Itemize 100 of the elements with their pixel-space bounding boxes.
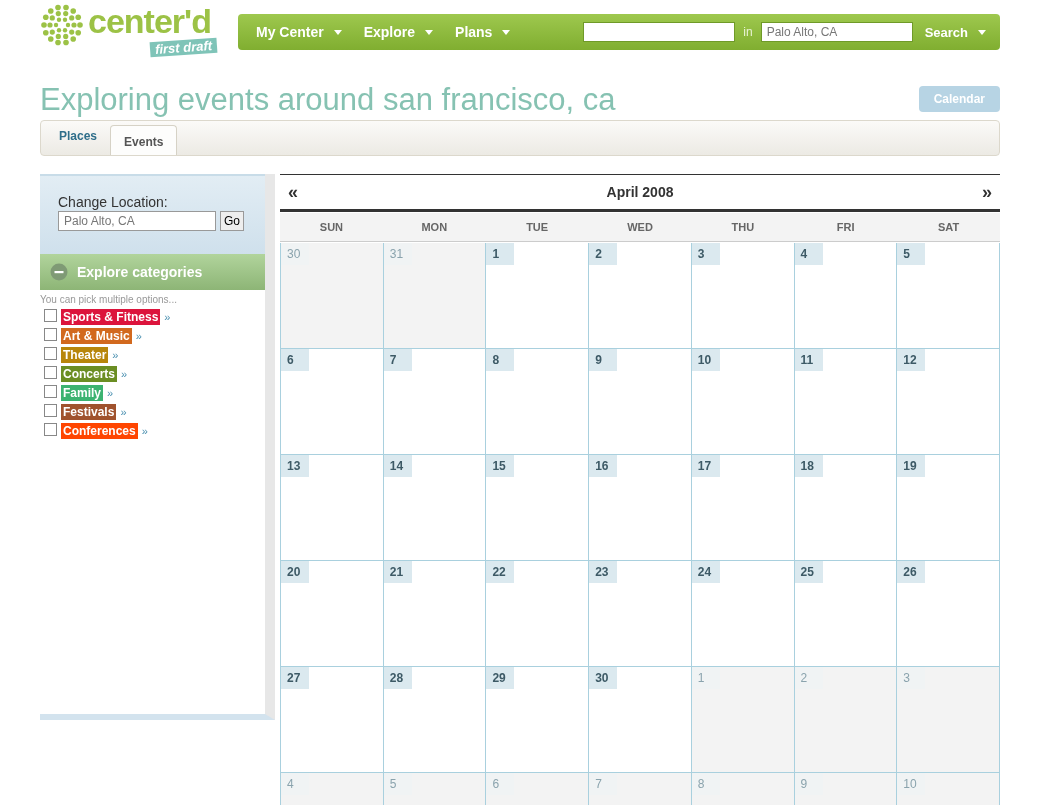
day-number: 21 — [383, 561, 412, 583]
day-cell[interactable]: 13 — [281, 455, 384, 561]
day-cell[interactable]: 27 — [281, 667, 384, 773]
go-button[interactable]: Go — [220, 211, 244, 231]
day-number: 4 — [794, 243, 823, 265]
logo-dots-icon — [40, 3, 84, 47]
caret-icon — [978, 29, 986, 35]
tab[interactable]: Events — [110, 125, 178, 155]
day-cell[interactable]: 23 — [589, 561, 692, 667]
day-number: 1 — [486, 243, 515, 265]
more-link[interactable]: » — [112, 349, 119, 361]
day-cell[interactable]: 11 — [794, 349, 898, 455]
caret-icon — [425, 29, 434, 35]
day-cell[interactable]: 25 — [794, 561, 898, 667]
day-cell[interactable]: 26 — [897, 561, 1000, 667]
logo-tag: first draft — [149, 37, 218, 58]
day-cell[interactable]: 17 — [691, 455, 795, 561]
day-cell[interactable]: 30 — [589, 667, 692, 773]
day-number: 29 — [486, 667, 515, 689]
day-cell[interactable]: 4 — [794, 243, 898, 349]
day-cell[interactable]: 2 — [589, 243, 692, 349]
location-field[interactable]: Palo Alto, CA — [760, 22, 913, 42]
day-number: 17 — [691, 455, 720, 477]
day-number: 30 — [589, 667, 618, 689]
day-cell[interactable]: 15 — [486, 455, 590, 561]
day-cell[interactable]: 22 — [486, 561, 590, 667]
hint-text: You can pick multiple options... — [40, 294, 178, 305]
category-tag[interactable]: Art & Music — [61, 328, 132, 344]
day-number: 3 — [691, 243, 720, 265]
checkbox[interactable] — [44, 328, 57, 341]
collapse-icon[interactable] — [50, 263, 68, 281]
day-number: 7 — [383, 349, 412, 371]
day-number: 16 — [589, 455, 618, 477]
caret-icon — [502, 29, 511, 35]
day-cell[interactable]: 14 — [383, 455, 487, 561]
day-number: 22 — [486, 561, 515, 583]
day-number: 8 — [486, 349, 515, 371]
day-cell[interactable]: 24 — [691, 561, 795, 667]
day-cell[interactable]: 29 — [486, 667, 590, 773]
day-cell[interactable]: 18 — [794, 455, 898, 561]
day-number: 14 — [383, 455, 412, 477]
day-cell[interactable]: 21 — [383, 561, 487, 667]
day-cell[interactable]: 1 — [486, 243, 590, 349]
day-cell[interactable]: 9 — [589, 349, 692, 455]
location-input[interactable]: Palo Alto, CA — [58, 211, 216, 231]
tab[interactable]: Places — [46, 128, 111, 155]
day-cell[interactable]: 20 — [281, 561, 384, 667]
more-link[interactable]: » — [107, 387, 114, 399]
day-number: 13 — [281, 455, 309, 477]
search-field[interactable] — [583, 22, 736, 42]
day-number: 26 — [897, 561, 926, 583]
category-tag[interactable]: Concerts — [61, 366, 117, 382]
weekday-label: WED — [626, 221, 654, 233]
month-title: April 2008 — [606, 184, 674, 200]
weekday-label: SAT — [936, 221, 961, 233]
day-number: 11 — [794, 349, 823, 371]
checkbox[interactable] — [44, 404, 57, 417]
day-cell[interactable]: 3 — [691, 243, 795, 349]
checkbox[interactable] — [44, 347, 57, 360]
location-label: Change Location: — [58, 194, 169, 210]
more-link[interactable]: » — [135, 330, 142, 342]
in-label: in — [743, 25, 753, 39]
weekday-label: TUE — [525, 221, 550, 233]
day-number: 2 — [589, 243, 618, 265]
day-cell[interactable]: 28 — [383, 667, 487, 773]
day-number: 15 — [486, 455, 515, 477]
day-number: 23 — [589, 561, 618, 583]
day-number: 20 — [281, 561, 309, 583]
prev-month-button[interactable]: « — [288, 181, 298, 203]
checkbox[interactable] — [44, 385, 57, 398]
categories-title: Explore categories — [77, 264, 203, 280]
day-cell[interactable]: 8 — [486, 349, 590, 455]
category-tag[interactable]: Festivals — [61, 404, 117, 420]
day-cell[interactable]: 19 — [897, 455, 1000, 561]
day-number: 19 — [897, 455, 926, 477]
next-month-button[interactable]: » — [982, 181, 992, 203]
day-number: 9 — [589, 349, 618, 371]
day-number: 27 — [281, 667, 309, 689]
category-tag[interactable]: Conferences — [61, 423, 138, 439]
more-link[interactable]: » — [121, 368, 128, 380]
category-tag[interactable]: Sports & Fitness — [61, 309, 161, 325]
weekday-label: SUN — [318, 221, 345, 233]
day-number: 6 — [281, 349, 309, 371]
more-link[interactable]: » — [141, 425, 148, 437]
day-cell[interactable]: 7 — [383, 349, 487, 455]
category-tag[interactable]: Theater — [61, 347, 109, 363]
checkbox[interactable] — [44, 423, 57, 436]
checkbox[interactable] — [44, 309, 57, 322]
day-number: 25 — [794, 561, 823, 583]
more-link[interactable]: » — [120, 406, 127, 418]
day-cell[interactable]: 5 — [897, 243, 1000, 349]
day-cell[interactable]: 12 — [897, 349, 1000, 455]
day-cell[interactable]: 10 — [691, 349, 795, 455]
checkbox[interactable] — [44, 366, 57, 379]
day-cell[interactable]: 6 — [281, 349, 384, 455]
day-number: 18 — [794, 455, 823, 477]
weekday-label: MON — [420, 221, 449, 233]
page-title: Exploring events around san francisco, ca — [40, 82, 616, 118]
day-cell[interactable]: 16 — [589, 455, 692, 561]
more-link[interactable]: » — [164, 311, 171, 323]
